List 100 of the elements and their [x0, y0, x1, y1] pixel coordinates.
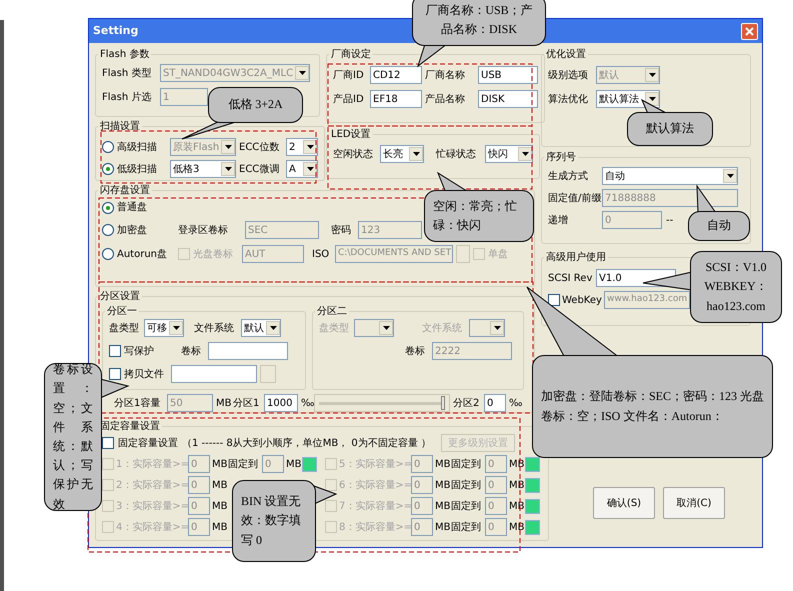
dropdown[interactable]: 默认算法 — [596, 90, 660, 108]
unit-label: MB — [509, 500, 523, 514]
field-label: 分区1 — [233, 396, 260, 410]
group-title: 分区设置 — [99, 290, 141, 304]
field-label: 固定到 — [451, 458, 482, 472]
field-label: ECC位数 — [239, 140, 280, 154]
checkbox[interactable] — [109, 345, 121, 357]
checkbox[interactable] — [102, 437, 114, 449]
unit-label: MB — [212, 520, 226, 534]
field-label: 厂商名称 — [425, 68, 466, 82]
unit-label: MB — [212, 500, 226, 514]
text-field[interactable]: CD12 — [370, 66, 422, 84]
field-label: Flash 片选 — [102, 90, 152, 104]
radio-label: Autorun盘 — [117, 248, 168, 262]
field-label: 光盘卷标 — [193, 248, 234, 262]
field-label: 文件系统 — [422, 322, 463, 336]
field-label: ISO — [312, 248, 330, 262]
callout: SCSI：V1.0 WEBKEY：hao123.com — [690, 251, 782, 323]
field-label: 盘类型 — [109, 322, 140, 336]
unit-label: MB — [435, 478, 449, 492]
field-label: 7：实际容量>= — [339, 500, 409, 514]
field-label: 级别选项 — [548, 68, 589, 82]
field-label: 盘类型 — [319, 322, 350, 336]
dropdown[interactable]: 自动 — [602, 167, 738, 185]
partition-slider[interactable] — [314, 394, 450, 412]
field-label: 固定到 — [451, 478, 482, 492]
dropdown[interactable]: 长亮 — [380, 145, 424, 163]
close-icon — [745, 26, 754, 36]
field-label: 卷标 — [405, 344, 426, 358]
dropdown[interactable] — [469, 319, 505, 337]
field-label: 固定到 — [451, 500, 482, 514]
field-label: 算法优化 — [548, 92, 589, 106]
color-swatch — [525, 456, 540, 472]
field-label: 固定到 — [451, 520, 482, 534]
dropdown[interactable]: 可移 — [144, 319, 184, 337]
group-title: 分区二 — [316, 305, 348, 319]
group-title: Flash 参数 — [99, 48, 150, 62]
callout: BIN 设置无效：数字填写 0 — [232, 480, 316, 562]
field-label: 6：实际容量>= — [339, 478, 409, 492]
window-title: Setting — [93, 22, 138, 39]
group-title: 高级用户使用 — [545, 250, 607, 265]
group-title: 厂商设定 — [330, 48, 372, 62]
unit-label: MB — [212, 458, 226, 472]
field-label: 4：实际容量>= — [116, 520, 186, 534]
field-label: 空闲状态 — [333, 148, 374, 162]
radio-label: 加密盘 — [117, 224, 148, 238]
text-field[interactable]: 0 — [484, 394, 506, 412]
radio-button[interactable] — [102, 202, 114, 214]
radio-button[interactable] — [102, 248, 114, 260]
browse-button[interactable] — [260, 365, 276, 383]
text-field[interactable]: 1000 — [264, 394, 298, 412]
unit-label: MB — [509, 520, 523, 534]
field-label: 厂商ID — [333, 68, 365, 82]
group-title: LED设置 — [330, 128, 372, 142]
group-title: 序列号 — [545, 150, 577, 165]
field-label: 2：实际容量>= — [116, 478, 186, 492]
dropdown[interactable]: 快闪 — [485, 145, 533, 163]
field-label: 单盘 — [488, 248, 508, 262]
dropdown[interactable]: 默认 — [241, 319, 281, 337]
field-label: 分区1容量 — [114, 396, 162, 410]
unit-label: MB — [212, 478, 226, 492]
field-label: 登录区卷标 — [178, 224, 229, 238]
field-label: SCSI Rev — [548, 272, 592, 286]
dropdown[interactable]: 低格3 — [170, 160, 236, 178]
slider-thumb[interactable] — [441, 396, 445, 410]
dropdown[interactable]: A — [286, 160, 318, 178]
close-button[interactable] — [741, 22, 758, 40]
field-label: Flash 类型 — [102, 66, 152, 80]
field-label: 递增 — [548, 214, 569, 228]
radio-button[interactable] — [102, 224, 114, 236]
browse-button[interactable] — [456, 245, 470, 263]
unit-label: MB — [216, 396, 230, 410]
field-label: 3：实际容量>= — [116, 500, 186, 514]
text-field[interactable]: USB — [478, 66, 538, 84]
text-field[interactable] — [208, 342, 288, 360]
unit-label: MB — [509, 458, 523, 472]
field-label: 固定容量设置 — [118, 436, 178, 450]
unit-label: MB — [286, 458, 300, 472]
checkbox[interactable] — [109, 368, 121, 380]
field-label: -- — [666, 214, 674, 228]
text-field[interactable] — [171, 365, 257, 383]
unit-label: MB — [435, 458, 449, 472]
callout-tail — [642, 271, 692, 291]
text-field[interactable]: DISK — [478, 90, 538, 108]
field-label: 分区2 — [453, 396, 480, 410]
field-label: ECC微调 — [239, 162, 280, 176]
dialog-button[interactable]: 确认(S) — [593, 487, 655, 519]
field-label: WebKey — [562, 294, 602, 308]
field-label: 密码 — [331, 224, 352, 238]
dropdown[interactable]: 2 — [286, 138, 318, 156]
radio-button[interactable] — [102, 163, 114, 175]
unit-label: MB — [435, 500, 449, 514]
hint-text: （1 ------ 8从大到小顺序，单位MB， 0为不固定容量 ） — [182, 436, 431, 450]
field-label: 拷贝文件 — [124, 368, 165, 382]
color-swatch — [525, 478, 540, 492]
radio-label: 低级扫描 — [117, 162, 158, 176]
field-label: 产品ID — [333, 92, 365, 106]
dialog-button[interactable]: 取消(C) — [663, 487, 725, 519]
text-field[interactable]: EF18 — [370, 90, 422, 108]
field-label: 写保护 — [124, 344, 155, 358]
